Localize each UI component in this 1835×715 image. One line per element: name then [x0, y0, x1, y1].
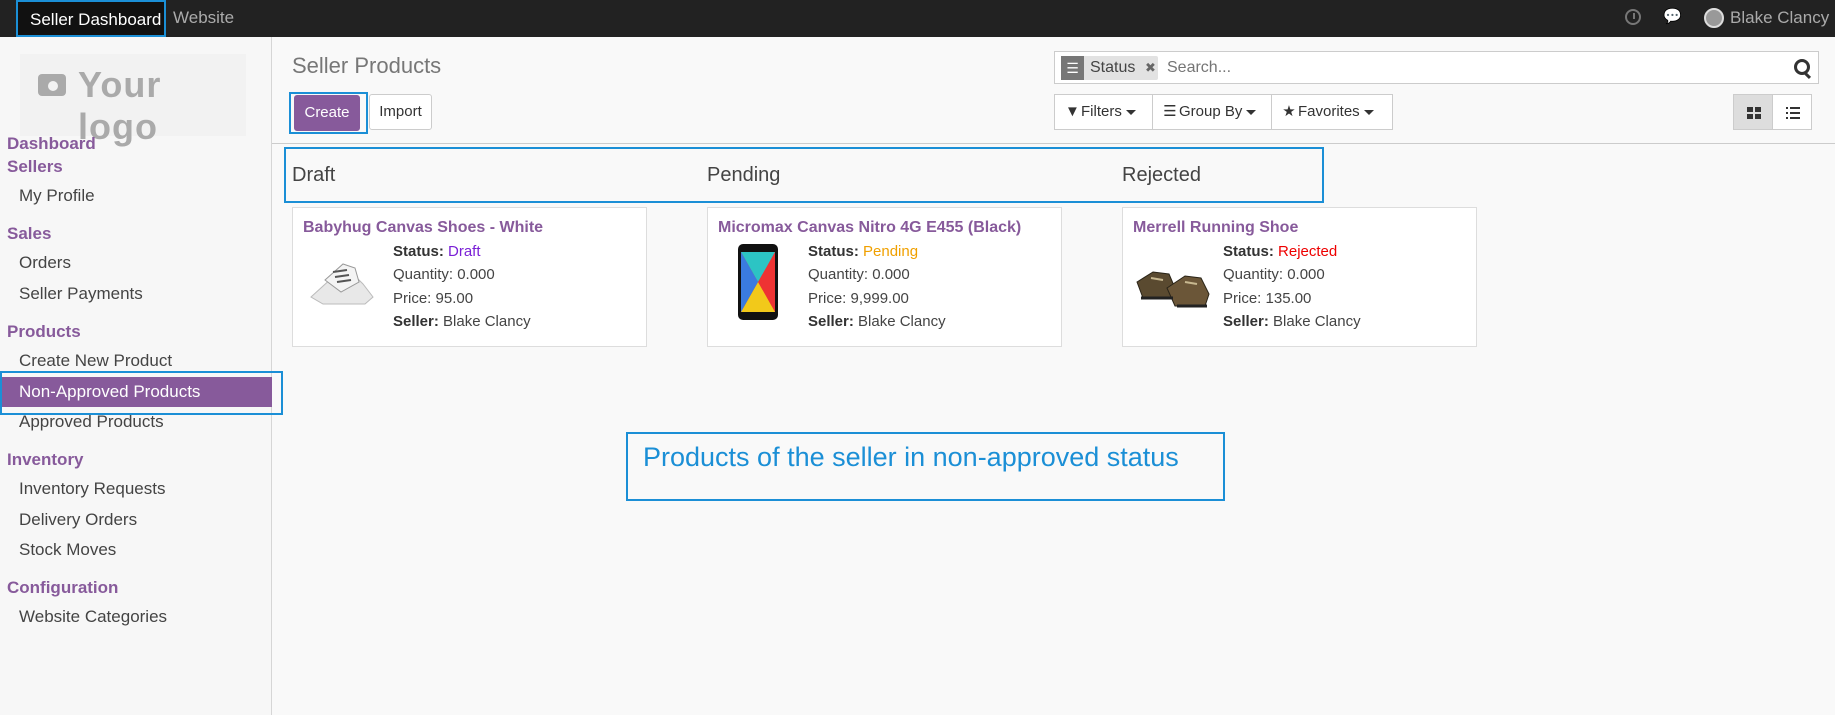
search-input[interactable]: [1165, 56, 1785, 80]
favorites-button[interactable]: ★ Favorites: [1271, 94, 1393, 130]
control-panel: Seller Products Create Import ☰ Status ✖…: [272, 37, 1835, 144]
user-menu[interactable]: Blake Clancy: [1730, 0, 1829, 35]
logo-text: Your logo: [78, 64, 162, 147]
sidebar-item-stock-moves[interactable]: Stock Moves: [0, 535, 272, 565]
caret-down-icon: [1363, 109, 1374, 115]
price-field: Price: 9,999.00: [808, 290, 909, 307]
nav-heading-dashboard[interactable]: Dashboard: [7, 134, 96, 154]
status-field: Status: Pending: [808, 243, 919, 260]
status-value: Pending: [863, 243, 919, 260]
product-name[interactable]: Micromax Canvas Nitro 4G E455 (Black): [718, 219, 1021, 237]
nav-heading-configuration: Configuration: [7, 578, 119, 597]
status-value: Draft: [448, 243, 481, 260]
quantity-field: Quantity: 0.000: [393, 266, 495, 283]
annotation-callout: Products of the seller in non-approved s…: [626, 432, 1225, 501]
list-view-button[interactable]: [1772, 94, 1812, 130]
menu-seller-dashboard[interactable]: Seller Dashboard: [16, 0, 166, 37]
clock-icon[interactable]: [1625, 9, 1641, 25]
kanban-card[interactable]: Merrell Running Shoe Status: Rejected Qu…: [1122, 207, 1477, 347]
active-item-highlight: [0, 371, 283, 415]
groupby-label: Group By: [1179, 103, 1243, 120]
camera-icon: [38, 74, 66, 96]
sidebar-item-inventory-requests[interactable]: Inventory Requests: [0, 474, 272, 504]
price-field: Price: 135.00: [1223, 290, 1312, 307]
kanban-view-button[interactable]: [1733, 94, 1773, 130]
sidebar-item-delivery-orders[interactable]: Delivery Orders: [0, 505, 272, 535]
kanban-icon: [1747, 107, 1761, 119]
status-facet[interactable]: ☰ Status ✖: [1061, 56, 1158, 80]
column-title-pending[interactable]: Pending: [707, 164, 780, 187]
product-image: [1133, 242, 1213, 322]
create-button[interactable]: Create: [294, 95, 360, 131]
nav-heading-sales: Sales: [7, 224, 52, 243]
product-image: [303, 242, 383, 322]
avatar[interactable]: [1704, 8, 1724, 28]
column-title-rejected[interactable]: Rejected: [1122, 164, 1201, 187]
price-field: Price: 95.00: [393, 290, 474, 307]
product-name[interactable]: Babyhug Canvas Shoes - White: [303, 219, 543, 237]
remove-facet-icon[interactable]: ✖: [1145, 56, 1156, 80]
quantity-field: Quantity: 0.000: [1223, 266, 1325, 283]
column-title-draft[interactable]: Draft: [292, 164, 335, 187]
main-content: Seller Products Create Import ☰ Status ✖…: [272, 37, 1835, 715]
nav-heading-products: Products: [7, 322, 81, 341]
nav-heading-inventory: Inventory: [7, 450, 84, 469]
star-icon: ★: [1282, 103, 1296, 120]
search-bar: ☰ Status ✖: [1054, 51, 1819, 84]
seller-field: Seller: Blake Clancy: [393, 313, 531, 330]
import-button[interactable]: Import: [369, 94, 432, 130]
filter-icon: ▼: [1065, 103, 1080, 120]
group-by-button[interactable]: ☰ Group By: [1152, 94, 1272, 130]
company-logo: Your logo: [20, 54, 246, 147]
quantity-field: Quantity: 0.000: [808, 266, 910, 283]
page-title: Seller Products: [292, 53, 442, 78]
sidebar-item-website-categories[interactable]: Website Categories: [0, 602, 272, 632]
kanban-card[interactable]: Micromax Canvas Nitro 4G E455 (Black) St…: [707, 207, 1062, 347]
seller-field: Seller: Blake Clancy: [1223, 313, 1361, 330]
filters-label: Filters: [1081, 103, 1122, 120]
top-navbar: Seller Dashboard Website 💬 Blake Clancy: [0, 0, 1835, 37]
bars-icon: ☰: [1163, 103, 1177, 120]
sidebar-item-orders[interactable]: Orders: [0, 248, 272, 278]
seller-field: Seller: Blake Clancy: [808, 313, 946, 330]
kanban-card[interactable]: Babyhug Canvas Shoes - White Status: Dra…: [292, 207, 647, 347]
favorites-label: Favorites: [1298, 103, 1360, 120]
sidebar-item-seller-payments[interactable]: Seller Payments: [0, 279, 272, 309]
product-image: [718, 242, 798, 322]
caret-down-icon: [1246, 109, 1257, 115]
status-field: Status: Rejected: [1223, 243, 1338, 260]
status-field: Status: Draft: [393, 243, 481, 260]
chat-icon[interactable]: 💬: [1663, 8, 1682, 26]
nav-heading-sellers: Sellers: [7, 157, 63, 176]
list-icon: [1786, 107, 1800, 119]
sidebar-item-my-profile[interactable]: My Profile: [0, 181, 272, 211]
product-name[interactable]: Merrell Running Shoe: [1133, 219, 1298, 237]
filters-button[interactable]: ▼Filters: [1054, 94, 1153, 130]
menu-website[interactable]: Website: [173, 0, 234, 37]
filter-facet-icon: ☰: [1061, 56, 1084, 80]
facet-label: Status: [1090, 59, 1136, 76]
caret-down-icon: [1125, 109, 1136, 115]
status-value: Rejected: [1278, 243, 1338, 260]
search-icon[interactable]: [1794, 59, 1810, 75]
